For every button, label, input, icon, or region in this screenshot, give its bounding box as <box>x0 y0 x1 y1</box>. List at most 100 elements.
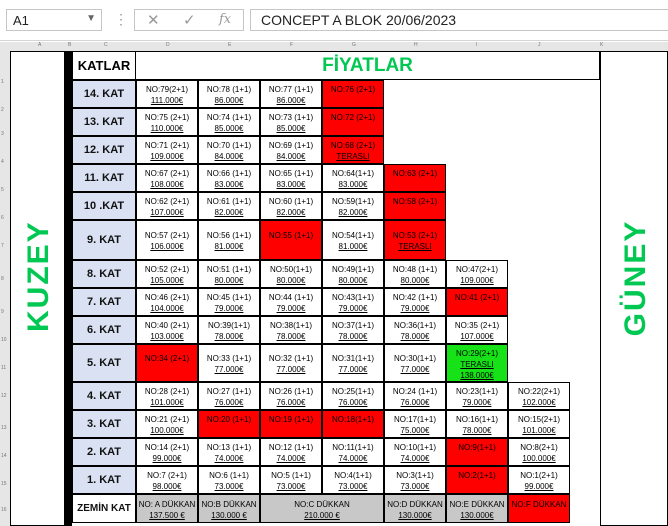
apartment-cell[interactable]: NO:29(2+1) TERASLI 138.000€ <box>446 344 508 382</box>
apartment-cell[interactable]: NO:49(1+1) 80.000€ <box>322 260 384 288</box>
floor-label[interactable]: 6. KAT <box>72 316 136 344</box>
column-header-label[interactable]: I <box>476 42 477 48</box>
floor-label[interactable]: 14. KAT <box>72 80 136 108</box>
apartment-cell[interactable]: NO:D DÜKKAN 130.000€ <box>384 494 446 523</box>
apartment-cell[interactable]: NO:74 (1+1) 85.000€ <box>198 108 260 136</box>
floor-label[interactable]: 4. KAT <box>72 382 136 410</box>
apartment-cell[interactable]: NO:12 (1+1) 74.000€ <box>260 438 322 466</box>
row-header-label[interactable]: 1 <box>1 79 4 85</box>
column-header-label[interactable]: B <box>68 42 71 48</box>
apartment-cell[interactable]: NO:65 (1+1) 83.000€ <box>260 164 322 192</box>
row-header-label[interactable]: 15 <box>1 481 7 487</box>
apartment-cell[interactable]: NO:73 (1+1) 85.000€ <box>260 108 322 136</box>
apartment-cell[interactable]: NO:69 (1+1) 84.000€ <box>260 136 322 164</box>
apartment-cell[interactable]: NO:8(2+1) 100.000€ <box>508 438 570 466</box>
row-header-label[interactable]: 5 <box>1 187 4 193</box>
apartment-cell[interactable]: NO:30(1+1) 77.000€ <box>384 344 446 382</box>
column-header-label[interactable]: H <box>414 42 418 48</box>
apartment-cell[interactable]: NO:60 (1+1) 82.000€ <box>260 192 322 220</box>
apartment-cell[interactable]: NO:B DÜKKAN 130.000 € <box>198 494 260 523</box>
row-header-label[interactable]: 7 <box>1 243 4 249</box>
apartment-cell[interactable]: NO:3(1+1) 73.000€ <box>384 466 446 494</box>
apartment-cell[interactable]: NO:F DÜKKAN <box>508 494 570 523</box>
apartment-cell[interactable]: NO:36(1+1) 78.000€ <box>384 316 446 344</box>
apartment-cell[interactable]: NO:42 (1+1) 79.000€ <box>384 288 446 316</box>
apartment-cell[interactable]: NO:4(1+1) 73.000€ <box>322 466 384 494</box>
column-header-label[interactable]: K <box>600 42 603 48</box>
apartment-cell[interactable]: NO:39(1+1) 78.000€ <box>198 316 260 344</box>
apartment-cell[interactable]: NO:68 (2+1) TERASLI <box>322 136 384 164</box>
column-header-label[interactable]: G <box>352 42 356 48</box>
apartment-cell[interactable]: NO:63 (2+1) <box>384 164 446 192</box>
apartment-cell[interactable]: NO:26 (1+1) 76.000€ <box>260 382 322 410</box>
apartment-cell[interactable]: NO: A DÜKKAN 137.500 € <box>136 494 198 523</box>
apartment-cell[interactable]: NO:77 (1+1) 86.000€ <box>260 80 322 108</box>
apartment-cell[interactable]: NO:25(1+1) 76.000€ <box>322 382 384 410</box>
apartment-cell[interactable]: NO:6 (1+1) 73.000€ <box>198 466 260 494</box>
apartment-cell[interactable]: NO:38(1+1) 78.000€ <box>260 316 322 344</box>
apartment-cell[interactable]: NO:20 (1+1) <box>198 410 260 438</box>
apartment-cell[interactable]: NO:72 (2+1) <box>322 108 384 136</box>
apartment-cell[interactable]: NO:54(1+1) 81.000€ <box>322 220 384 260</box>
floor-label[interactable]: 7. KAT <box>72 288 136 316</box>
apartment-cell[interactable]: NO:9(1+1) <box>446 438 508 466</box>
row-header-label[interactable]: 2 <box>1 107 4 113</box>
floor-label[interactable]: 5. KAT <box>72 344 136 382</box>
apartment-cell[interactable]: NO:50(1+1) 80.000€ <box>260 260 322 288</box>
row-header-label[interactable]: 3 <box>1 131 4 137</box>
apartment-cell[interactable]: NO:35 (2+1) 107.000€ <box>446 316 508 344</box>
floor-label[interactable]: 11. KAT <box>72 164 136 192</box>
apartment-cell[interactable]: NO:46 (2+1) 104.000€ <box>136 288 198 316</box>
apartment-cell[interactable]: NO:70 (1+1) 84.000€ <box>198 136 260 164</box>
row-header-label[interactable]: 14 <box>1 453 7 459</box>
apartment-cell[interactable]: NO:16(1+1) 78.000€ <box>446 410 508 438</box>
apartment-cell[interactable]: NO:E DÜKKAN 130.000€ <box>446 494 508 523</box>
column-header-label[interactable]: A <box>38 42 41 48</box>
apartment-cell[interactable]: NO:33 (1+1) 77.000€ <box>198 344 260 382</box>
apartment-cell[interactable]: NO:78 (1+1) 86.000€ <box>198 80 260 108</box>
apartment-cell[interactable]: NO:31(1+1) 77.000€ <box>322 344 384 382</box>
apartment-cell[interactable]: NO:11(1+1) 74.000€ <box>322 438 384 466</box>
insert-function-icon[interactable]: fx <box>219 12 231 27</box>
apartment-cell[interactable]: NO:57 (2+1) 106.000€ <box>136 220 198 260</box>
floor-label[interactable]: 13. KAT <box>72 108 136 136</box>
floor-label[interactable]: 12. KAT <box>72 136 136 164</box>
apartment-cell[interactable]: NO:27 (1+1) 76.000€ <box>198 382 260 410</box>
apartment-cell[interactable]: NO:62 (2+1) 107.000€ <box>136 192 198 220</box>
apartment-cell[interactable]: NO:24 (1+1) 76.000€ <box>384 382 446 410</box>
row-header-label[interactable]: 4 <box>1 159 4 165</box>
apartment-cell[interactable]: NO:37(1+1) 78.000€ <box>322 316 384 344</box>
name-box[interactable]: A1 ▼ <box>6 9 102 31</box>
apartment-cell[interactable]: NO:44 (1+1) 79.000€ <box>260 288 322 316</box>
apartment-cell[interactable]: NO:58 (2+1) <box>384 192 446 220</box>
apartment-cell[interactable]: NO:47(2+1) 109.000€ <box>446 260 508 288</box>
row-header-label[interactable]: 10 <box>1 337 7 343</box>
apartment-cell[interactable]: NO:7 (2+1) 98.000€ <box>136 466 198 494</box>
apartment-cell[interactable]: NO:23(1+1) 79.000€ <box>446 382 508 410</box>
apartment-cell[interactable]: NO:67 (2+1) 108.000€ <box>136 164 198 192</box>
enter-icon[interactable]: ✓ <box>183 11 196 29</box>
column-header-label[interactable]: E <box>228 42 231 48</box>
floor-label[interactable]: ZEMİN KAT <box>72 494 136 523</box>
cancel-icon[interactable]: ✕ <box>147 11 160 29</box>
apartment-cell[interactable]: NO:64(1+1) 83.000€ <box>322 164 384 192</box>
column-header-label[interactable]: D <box>166 42 170 48</box>
apartment-cell[interactable]: NO:53 (2+1) TERASLI <box>384 220 446 260</box>
apartment-cell[interactable]: NO:34 (2+1) <box>136 344 198 382</box>
apartment-cell[interactable]: NO:45 (1+1) 79.000€ <box>198 288 260 316</box>
apartment-cell[interactable]: NO:2(1+1) <box>446 466 508 494</box>
apartment-cell[interactable]: NO:71 (2+1) 109.000€ <box>136 136 198 164</box>
floor-label[interactable]: 8. KAT <box>72 260 136 288</box>
apartment-cell[interactable]: NO:17(1+1) 75.000€ <box>384 410 446 438</box>
column-header-label[interactable]: J <box>538 42 541 48</box>
apartment-cell[interactable]: NO:66 (1+1) 83.000€ <box>198 164 260 192</box>
apartment-cell[interactable]: NO:41 (2+1) <box>446 288 508 316</box>
apartment-cell[interactable]: NO:55 (1+1) <box>260 220 322 260</box>
apartment-cell[interactable]: NO:52 (2+1) 105.000€ <box>136 260 198 288</box>
apartment-cell[interactable]: NO:15(2+1) 101.000€ <box>508 410 570 438</box>
apartment-cell[interactable]: NO:21 (2+1) 100.000€ <box>136 410 198 438</box>
column-header-label[interactable]: C <box>104 42 108 48</box>
floor-label[interactable]: 9. KAT <box>72 220 136 260</box>
apartment-cell[interactable]: NO:5 (1+1) 73.000€ <box>260 466 322 494</box>
apartment-cell[interactable]: NO:51 (1+1) 80.000€ <box>198 260 260 288</box>
